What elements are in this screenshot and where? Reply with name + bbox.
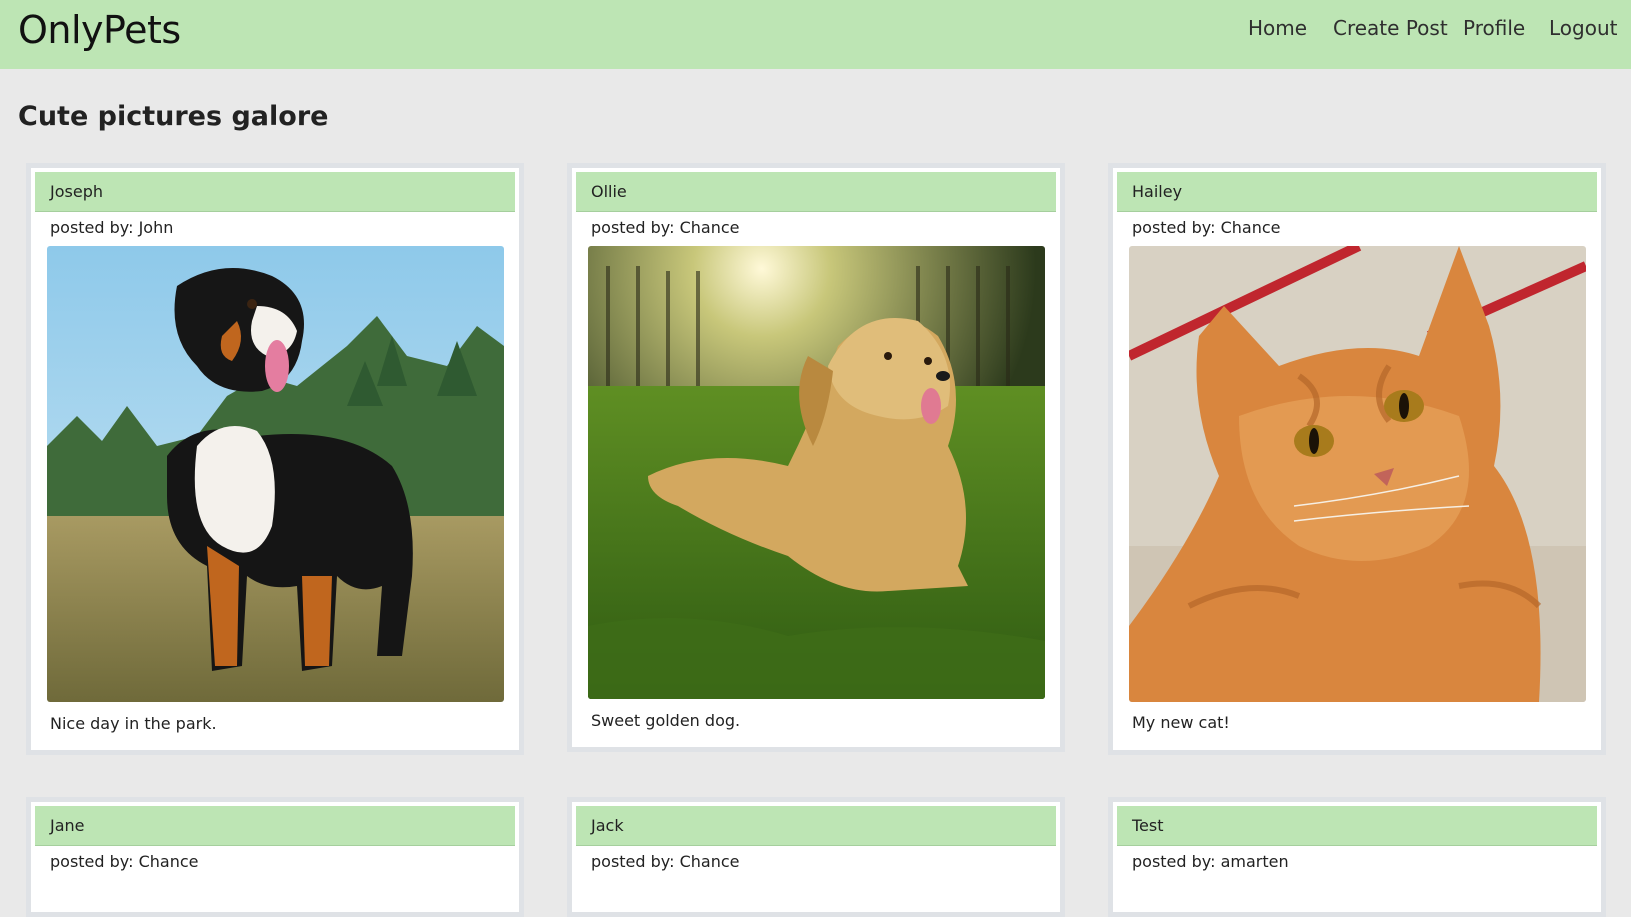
post-title[interactable]: Joseph [35, 172, 515, 212]
page-heading: Cute pictures galore [18, 101, 329, 132]
post-caption: My new cat! [1132, 713, 1230, 732]
post-caption: Sweet golden dog. [591, 711, 741, 730]
post-title[interactable]: Jane [35, 806, 515, 846]
post-author: posted by: Chance [591, 218, 740, 237]
post-author: posted by: amarten [1132, 852, 1289, 871]
nav-create-post-link[interactable]: Create Post [1333, 16, 1448, 40]
top-navbar: OnlyPets Home Create Post Profile Logout [0, 0, 1631, 69]
nav-logout-link[interactable]: Logout [1549, 16, 1617, 40]
post-title[interactable]: Test [1117, 806, 1597, 846]
post-author: posted by: Chance [591, 852, 740, 871]
post-author: posted by: Chance [50, 852, 199, 871]
post-card: Joseph posted by: John Nice day in the p… [26, 163, 524, 755]
post-author: posted by: John [50, 218, 174, 237]
post-card: Hailey posted by: Chance My new cat! [1108, 163, 1606, 755]
post-card: Jane posted by: Chance [26, 797, 524, 917]
bernese-mountain-dog-photo[interactable] [47, 246, 504, 702]
post-card: Jack posted by: Chance [567, 797, 1065, 917]
post-card: Ollie posted by: Chance Sweet golden dog… [567, 163, 1065, 752]
nav-home-link[interactable]: Home [1248, 16, 1307, 40]
brand-logo[interactable]: OnlyPets [18, 8, 181, 52]
post-title[interactable]: Ollie [576, 172, 1056, 212]
post-caption: Nice day in the park. [50, 714, 217, 733]
post-author: posted by: Chance [1132, 218, 1281, 237]
orange-cat-photo[interactable] [1129, 246, 1586, 702]
nav-profile-link[interactable]: Profile [1463, 16, 1525, 40]
post-card: Test posted by: amarten [1108, 797, 1606, 917]
post-title[interactable]: Hailey [1117, 172, 1597, 212]
golden-retriever-photo[interactable] [588, 246, 1045, 699]
post-title[interactable]: Jack [576, 806, 1056, 846]
